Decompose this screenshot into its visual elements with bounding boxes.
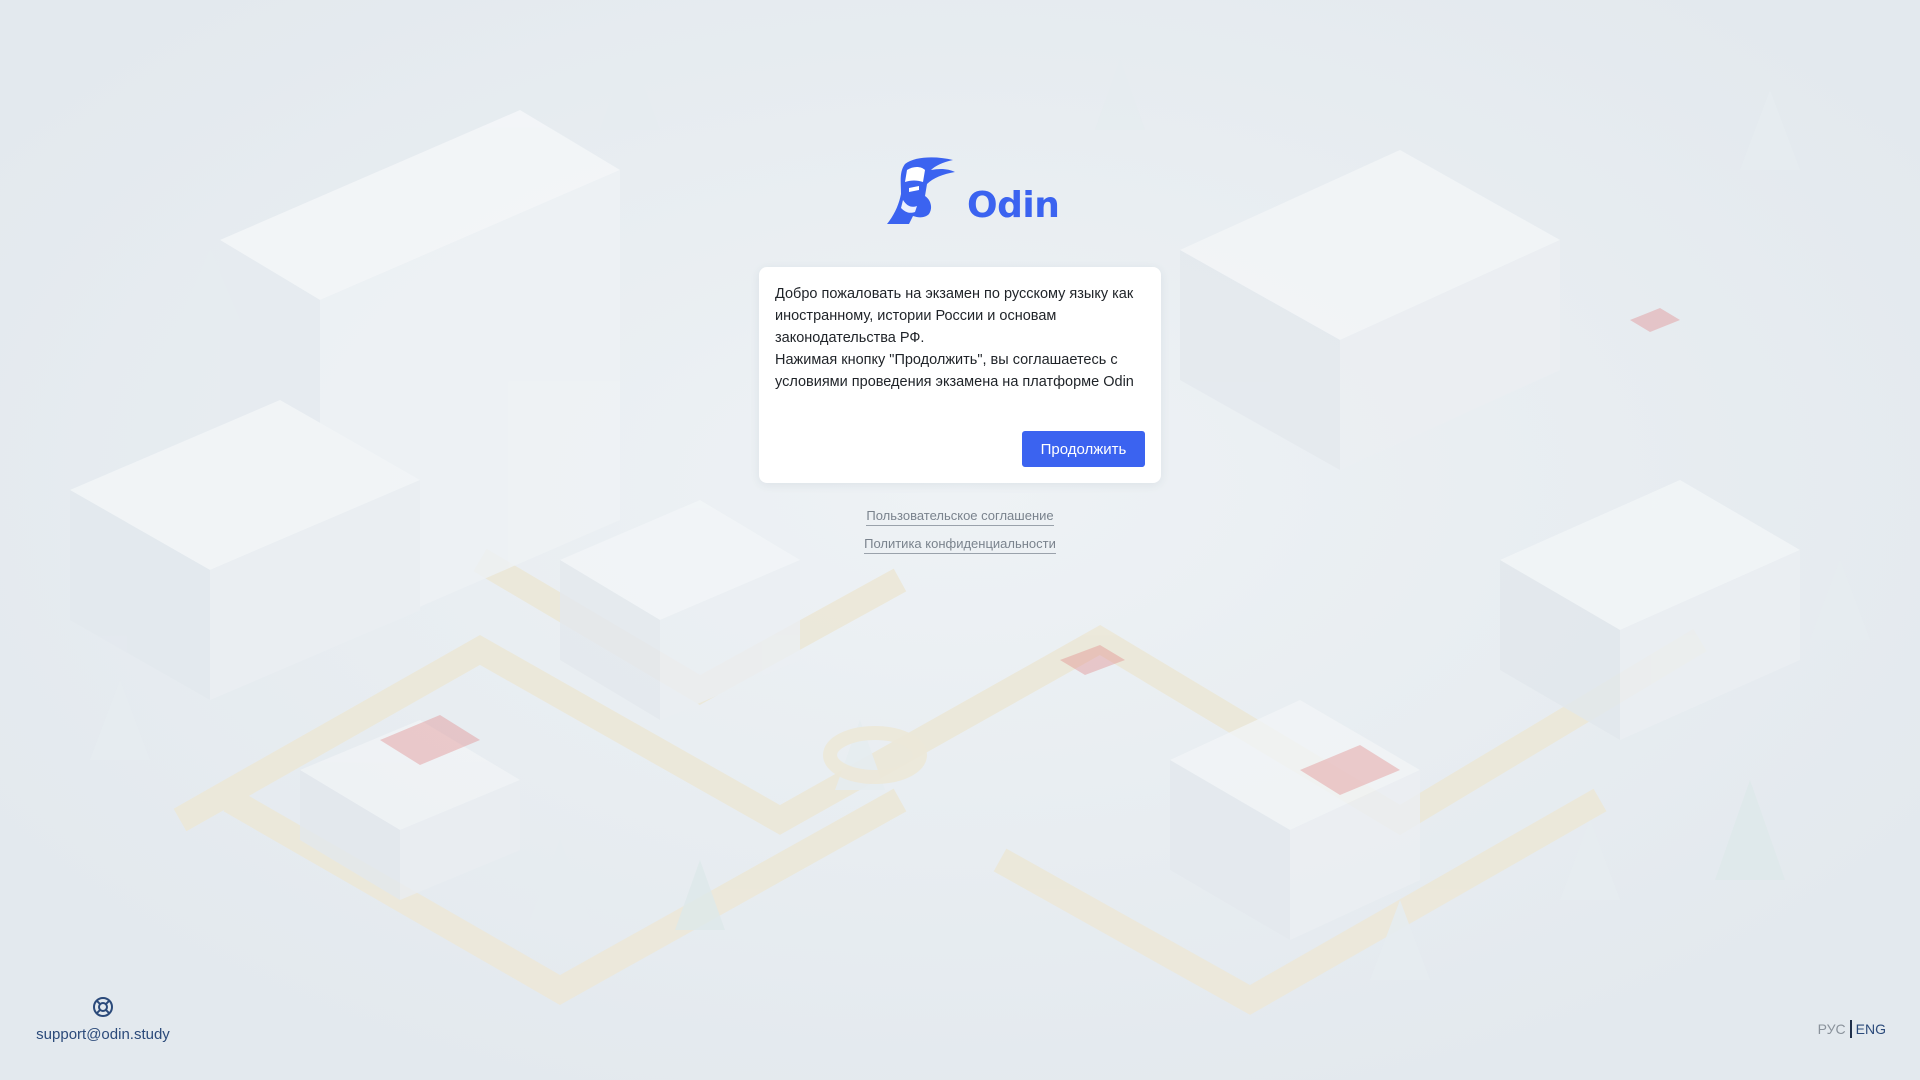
privacy-policy-link[interactable]: Политика конфиденциальности xyxy=(864,536,1056,554)
support-email-link[interactable]: support@odin.study xyxy=(36,1026,170,1043)
user-agreement-link[interactable]: Пользовательское соглашение xyxy=(866,508,1054,526)
consent-paragraph: Нажимая кнопку "Продолжить", вы соглашае… xyxy=(775,352,1134,390)
language-divider xyxy=(1849,1020,1852,1038)
viking-helmet-icon xyxy=(887,157,955,224)
support-block: support@odin.study xyxy=(30,996,176,1043)
welcome-card: Добро пожаловать на экзамен по русскому … xyxy=(759,267,1161,483)
language-en[interactable]: ENG xyxy=(1856,1021,1886,1037)
legal-links: Пользовательское соглашение Политика кон… xyxy=(0,508,1920,554)
odin-logo: Odin xyxy=(885,156,1060,226)
brand-name: Odin xyxy=(967,185,1060,226)
continue-button[interactable]: Продолжить xyxy=(1022,431,1145,467)
language-ru[interactable]: РУС xyxy=(1818,1021,1846,1037)
lifebuoy-icon[interactable] xyxy=(92,996,114,1018)
language-switcher: РУС ENG xyxy=(1818,1020,1886,1038)
welcome-message: Добро пожаловать на экзамен по русскому … xyxy=(775,283,1145,393)
welcome-paragraph: Добро пожаловать на экзамен по русскому … xyxy=(775,286,1134,346)
